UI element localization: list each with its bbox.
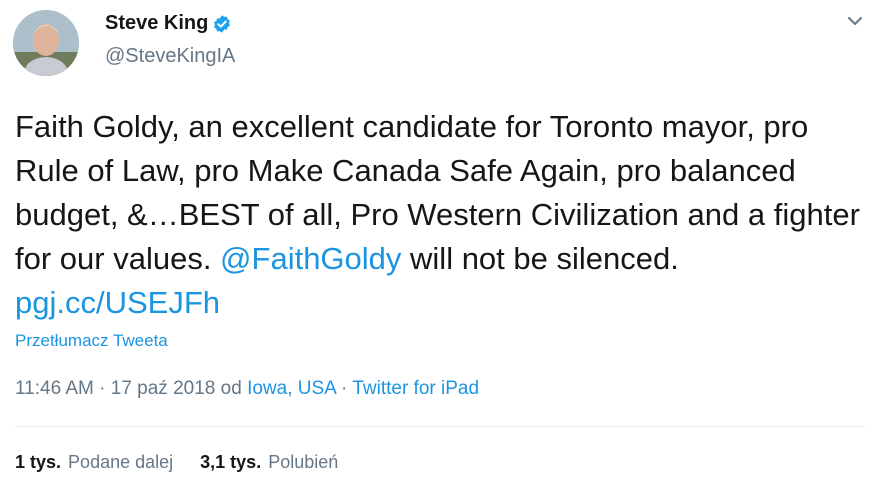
verified-badge-icon xyxy=(214,14,231,33)
display-name[interactable]: Steve King xyxy=(105,12,208,35)
chevron-down-icon[interactable] xyxy=(844,10,866,32)
tweet-metadata: 11:46 AM · 17 paź 2018 od Iowa, USA · Tw… xyxy=(15,378,479,400)
tweet-text: Faith Goldy, an excellent candidate for … xyxy=(15,105,875,325)
user-name-row: Steve King xyxy=(105,12,232,35)
location-link[interactable]: Iowa, USA xyxy=(247,378,336,399)
likes-label: Polubień xyxy=(268,452,339,472)
url-link[interactable]: pgj.cc/USEJFh xyxy=(15,285,220,320)
tweet-date[interactable]: 17 paź 2018 xyxy=(111,378,216,399)
tweet-card: Steve King @SteveKingIA Faith Goldy, an … xyxy=(0,0,884,490)
meta-separator-2: · xyxy=(335,378,353,399)
tweet-stats: 1 tys. Podane dalej 3,1 tys. Polubień xyxy=(15,452,360,473)
meta-separator: · xyxy=(93,378,111,399)
from-word: od xyxy=(215,378,248,399)
retweets-label: Podane dalej xyxy=(68,452,174,472)
avatar[interactable] xyxy=(13,10,79,76)
user-handle[interactable]: @SteveKingIA xyxy=(105,45,235,68)
avatar-image xyxy=(13,10,79,76)
translate-tweet-link[interactable]: Przetłumacz Tweeta xyxy=(15,331,168,351)
retweets-count: 1 tys. xyxy=(15,452,62,472)
likes-stat[interactable]: 3,1 tys. Polubień xyxy=(200,452,338,472)
divider xyxy=(15,426,866,427)
mention-link[interactable]: @FaithGoldy xyxy=(220,241,401,276)
tweet-time[interactable]: 11:46 AM xyxy=(15,378,94,399)
likes-count: 3,1 tys. xyxy=(200,452,262,472)
tweet-body-end: will not be silenced. xyxy=(401,241,679,276)
source-link[interactable]: Twitter for iPad xyxy=(352,378,479,399)
retweets-stat[interactable]: 1 tys. Podane dalej xyxy=(15,452,173,472)
